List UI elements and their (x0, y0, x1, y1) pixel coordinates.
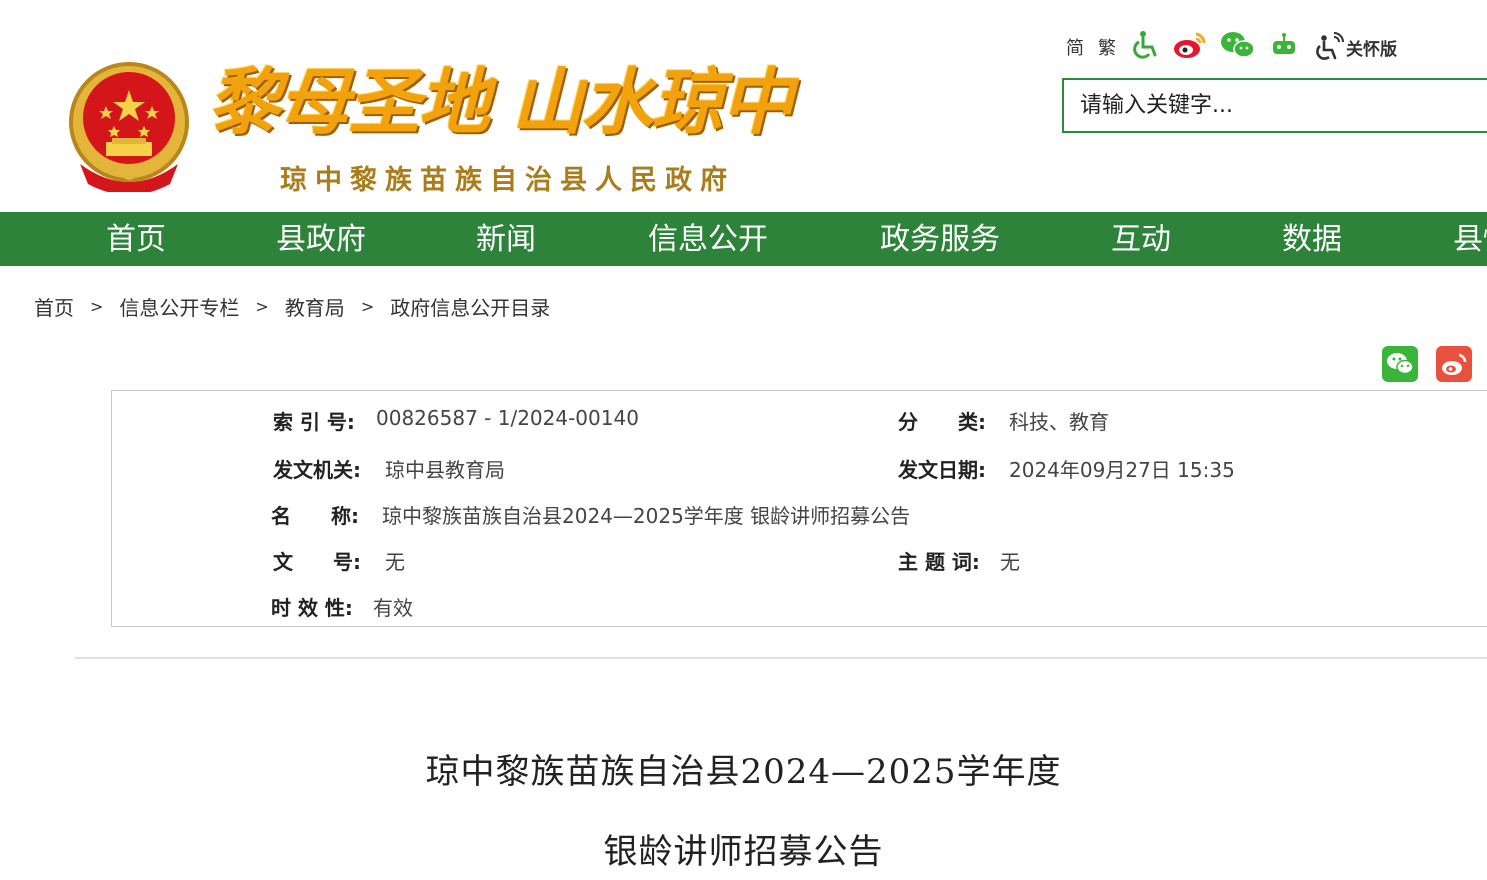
index-number-value: 00826587 - 1/2024-00140 (376, 406, 639, 430)
accessibility-icon[interactable] (1130, 30, 1160, 64)
document-number-value: 无 (385, 550, 405, 574)
issue-date-value: 2024年09月27日 15:35 (1009, 458, 1235, 482)
breadcrumb-separator: > (90, 296, 104, 316)
simplified-chinese-link[interactable]: 简 (1066, 34, 1084, 60)
weibo-share-icon (1442, 353, 1467, 375)
weibo-icon[interactable] (1172, 30, 1208, 64)
content-divider (75, 657, 1487, 659)
nav-item-information-disclosure[interactable]: 信息公开 (648, 212, 768, 266)
document-info-box: 索 引 号: 00826587 - 1/2024-00140 分 类: 科技、教… (111, 390, 1487, 627)
elder-mode-label: 关怀版 (1346, 39, 1397, 60)
nav-item-county-profile[interactable]: 县情 (1453, 212, 1487, 266)
breadcrumb-education-bureau[interactable]: 教育局 (285, 292, 345, 321)
nav-item-home[interactable]: 首页 (106, 212, 166, 266)
breadcrumb-home[interactable]: 首页 (34, 292, 74, 321)
validity-label: 时 效 性: (271, 596, 353, 620)
validity-value: 有效 (373, 596, 413, 620)
index-number-label: 索 引 号: (273, 410, 355, 434)
issue-date-label: 发文日期: (898, 458, 986, 482)
wechat-share-icon (1387, 353, 1414, 375)
keywords-value: 无 (1000, 550, 1020, 574)
category-value: 科技、教育 (1009, 410, 1109, 434)
government-name: 琼中黎族苗族自治县人民政府 (280, 165, 735, 196)
national-emblem-logo (66, 60, 192, 195)
search-input[interactable] (1064, 80, 1487, 131)
keywords-label: 主 题 词: (898, 550, 980, 574)
nav-item-county-government[interactable]: 县政府 (276, 212, 366, 266)
breadcrumb-directory[interactable]: 政府信息公开目录 (390, 292, 550, 321)
nav-item-news[interactable]: 新闻 (476, 212, 536, 266)
category-label: 分 类: (898, 410, 986, 434)
share-weibo-button[interactable] (1436, 346, 1472, 382)
toolbar: 简 繁 关怀版 (1066, 30, 1397, 64)
nav-item-interaction[interactable]: 互动 (1111, 212, 1171, 266)
site-slogan: 黎母圣地 山水琼中 (208, 59, 793, 144)
nav-item-government-services[interactable]: 政务服务 (880, 212, 1000, 266)
article-title-line-2: 银龄讲师招募公告 (603, 832, 884, 872)
breadcrumb-separator: > (360, 296, 375, 316)
robot-icon[interactable] (1268, 30, 1300, 64)
issuer-value: 琼中县教育局 (385, 458, 505, 482)
breadcrumb: 首页 > 信息公开专栏 > 教育局 > 政府信息公开目录 (34, 290, 550, 322)
share-wechat-button[interactable] (1382, 346, 1418, 382)
wechat-icon[interactable] (1220, 30, 1256, 64)
document-name-value: 琼中黎族苗族自治县2024—2025学年度 银龄讲师招募公告 (382, 504, 911, 528)
elder-care-icon (1316, 32, 1344, 60)
issuer-label: 发文机关: (273, 458, 361, 482)
nav-item-data[interactable]: 数据 (1282, 212, 1342, 266)
breadcrumb-info-column[interactable]: 信息公开专栏 (119, 292, 239, 321)
main-nav: 首页 县政府 新闻 信息公开 政务服务 互动 数据 县情 (0, 212, 1487, 266)
document-name-label: 名 称: (271, 504, 359, 528)
breadcrumb-separator: > (255, 296, 269, 316)
document-number-label: 文 号: (273, 550, 361, 574)
elder-mode-toggle[interactable]: 关怀版 (1312, 31, 1397, 63)
traditional-chinese-link[interactable]: 繁 (1098, 34, 1116, 60)
search-box (1062, 78, 1487, 133)
article-title-line-1: 琼中黎族苗族自治县2024—2025学年度 (425, 752, 1062, 792)
